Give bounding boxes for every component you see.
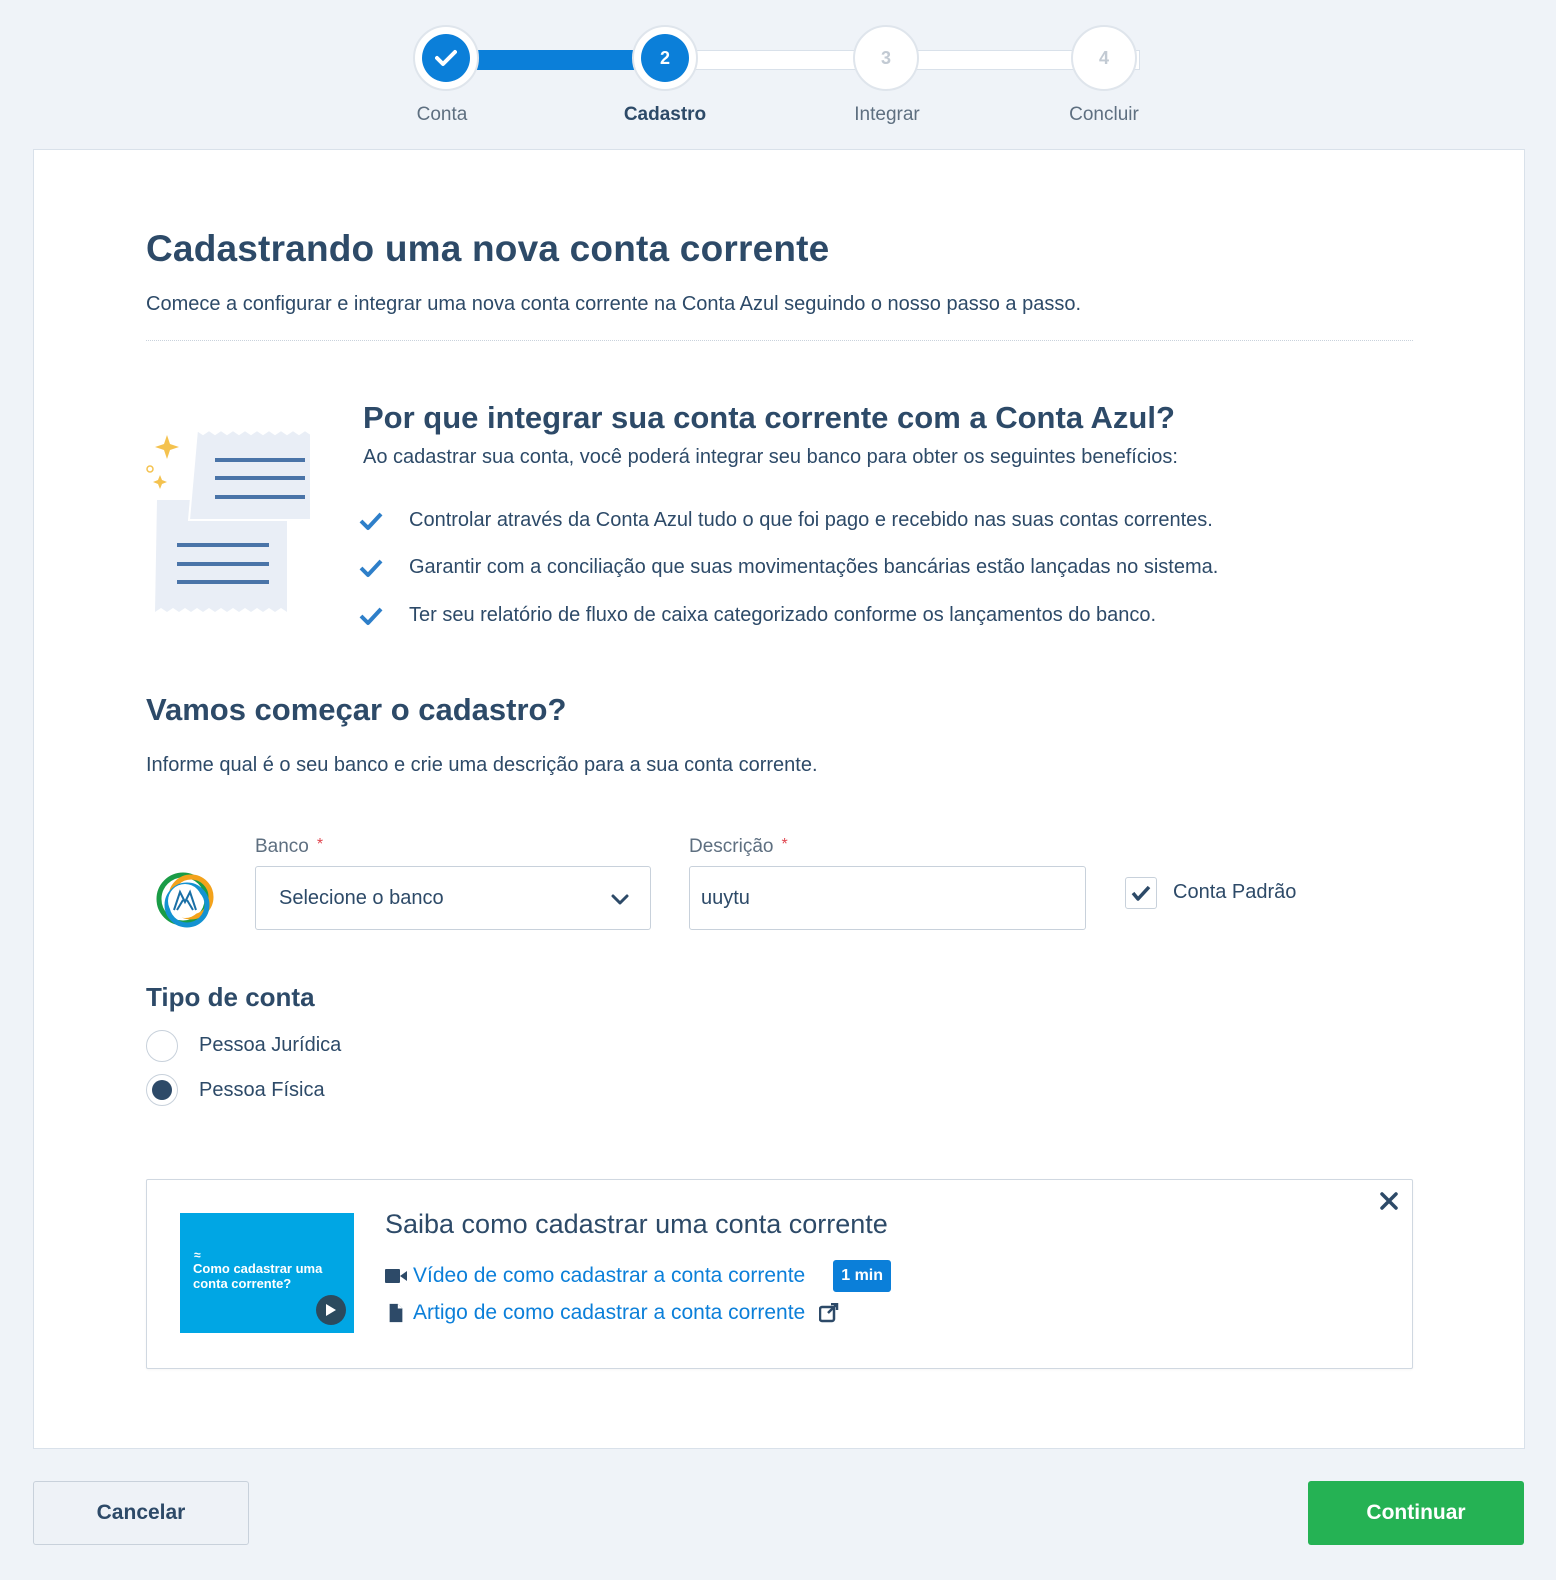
duration-badge: 1 min [833, 1260, 892, 1292]
account-type-title: Tipo de conta [146, 982, 315, 1012]
check-icon [359, 512, 383, 530]
video-link[interactable]: Vídeo de como cadastrar a conta corrente… [385, 1260, 892, 1292]
help-panel: ≈ Como cadastrar uma conta corrente? Sai… [146, 1179, 1413, 1369]
step-concluir: 4 [1071, 25, 1137, 91]
progress-stepper: 2 3 4 Conta Cadastro Integrar Concluir [0, 0, 1556, 150]
article-link[interactable]: Artigo de como cadastrar a conta corrent… [385, 1301, 839, 1325]
step-label-integrar: Integrar [854, 104, 920, 125]
help-title: Saiba como cadastrar uma conta corrente [385, 1209, 888, 1239]
bank-select-placeholder: Selecione o banco [279, 886, 444, 909]
radio-label-pessoa-juridica[interactable]: Pessoa Jurídica [199, 1034, 341, 1057]
step-conta [413, 25, 479, 91]
bank-label-text: Banco [255, 836, 309, 857]
radio-pessoa-juridica[interactable] [146, 1030, 178, 1062]
required-mark: * [781, 836, 788, 853]
play-icon[interactable] [316, 1295, 346, 1325]
check-icon [1131, 885, 1151, 901]
video-camera-icon [385, 1269, 407, 1283]
article-link-text[interactable]: Artigo de como cadastrar a conta corrent… [413, 1301, 805, 1325]
stepper-track-pending [694, 50, 864, 70]
benefit-item: Garantir com a conciliação que suas movi… [359, 556, 1218, 579]
form-subtitle: Informe qual é o seu banco e crie uma de… [146, 754, 818, 776]
brand-logo-icon: ≈ [194, 1248, 201, 1262]
chevron-down-icon [611, 894, 629, 905]
benefit-text: Garantir com a conciliação que suas movi… [409, 556, 1219, 578]
required-mark: * [316, 836, 324, 853]
step-label-concluir: Concluir [1069, 104, 1139, 125]
document-icon [389, 1303, 403, 1323]
check-icon [422, 34, 470, 82]
form-title: Vamos começar o cadastro? [146, 692, 567, 727]
video-link-text[interactable]: Vídeo de como cadastrar a conta corrente [413, 1264, 805, 1288]
benefits-subtitle: Ao cadastrar sua conta, você poderá inte… [363, 446, 1178, 468]
check-icon [359, 607, 383, 625]
video-thumbnail[interactable]: ≈ Como cadastrar uma conta corrente? [180, 1213, 354, 1333]
registration-card: Cadastrando uma nova conta corrente Come… [33, 149, 1525, 1449]
benefits-title: Por que integrar sua conta corrente com … [363, 400, 1175, 435]
bank-logo-icon [156, 872, 214, 928]
bank-label: Banco * [255, 836, 323, 858]
divider [146, 340, 1413, 341]
check-icon [359, 559, 383, 577]
benefit-text: Controlar através da Conta Azul tudo o q… [409, 509, 1213, 531]
step-label-conta: Conta [416, 104, 468, 125]
external-link-icon[interactable] [819, 1303, 839, 1323]
step-integrar: 3 [853, 25, 919, 91]
benefit-item: Controlar através da Conta Azul tudo o q… [359, 509, 1213, 532]
page-subtitle: Comece a configurar e integrar uma nova … [146, 293, 1082, 315]
radio-label-pessoa-fisica[interactable]: Pessoa Física [199, 1079, 325, 1102]
benefit-text: Ter seu relatório de fluxo de caixa cate… [409, 604, 1157, 626]
benefit-item: Ter seu relatório de fluxo de caixa cate… [359, 604, 1156, 627]
continue-button[interactable]: Continuar [1308, 1481, 1524, 1545]
step-number: 4 [1080, 34, 1128, 82]
close-icon[interactable] [1378, 1190, 1400, 1212]
description-input[interactable] [689, 866, 1086, 930]
description-label-text: Descrição [689, 836, 774, 857]
default-account-label[interactable]: Conta Padrão [1173, 881, 1296, 904]
documents-illustration-icon [146, 428, 312, 612]
default-account-checkbox[interactable] [1125, 877, 1157, 909]
step-number: 2 [641, 34, 689, 82]
video-thumbnail-text: Como cadastrar uma conta corrente? [193, 1261, 323, 1291]
cancel-button[interactable]: Cancelar [33, 1481, 249, 1545]
step-number: 3 [862, 34, 910, 82]
bank-select[interactable]: Selecione o banco [255, 866, 651, 930]
step-label-cadastro: Cadastro [623, 104, 707, 125]
stepper-track-completed [474, 50, 644, 70]
step-cadastro: 2 [632, 25, 698, 91]
page-title: Cadastrando uma nova conta corrente [146, 228, 830, 269]
radio-pessoa-fisica[interactable] [146, 1074, 178, 1106]
radio-selected-dot [152, 1080, 172, 1100]
description-label: Descrição * [689, 836, 788, 858]
